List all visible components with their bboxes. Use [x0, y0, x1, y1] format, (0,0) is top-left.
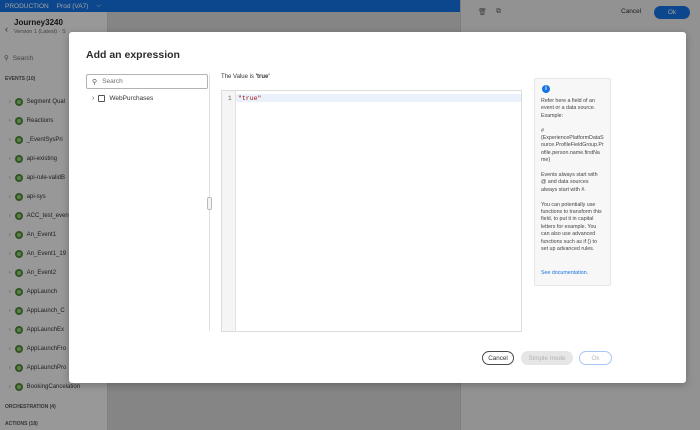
resize-handle[interactable]	[207, 197, 212, 210]
search-icon: ⚲	[92, 78, 98, 86]
active-line-highlight	[236, 94, 521, 102]
help-text: Refer here a field of an event or a data…	[541, 98, 596, 119]
help-example: #{ExperiencePlatformDataSource.ProfileFi…	[541, 127, 604, 164]
value-label-value: 'true'	[255, 74, 270, 80]
help-panel: i Refer here a field of an event or a da…	[534, 78, 611, 286]
info-icon: i	[542, 85, 550, 93]
simple-mode-button[interactable]: Simple mode	[521, 351, 573, 365]
value-label: The Value is 'true'	[221, 74, 270, 80]
editor-gutter	[222, 91, 236, 331]
add-expression-dialog: Add an expression ⚲ › WebPurchases The V…	[69, 32, 686, 383]
dialog-title: Add an expression	[86, 49, 180, 61]
expression-editor[interactable]: 1 "true"	[221, 90, 522, 332]
ok-button[interactable]: Ok	[579, 351, 612, 365]
expression-code[interactable]: "true"	[238, 95, 261, 102]
field-search-input[interactable]	[102, 78, 203, 85]
value-label-prefix: The Value is	[221, 74, 256, 80]
documentation-link[interactable]: See documentation.	[541, 270, 588, 276]
field-group-icon	[98, 95, 106, 102]
cancel-button[interactable]: Cancel	[482, 351, 514, 365]
chevron-right-icon[interactable]: ›	[92, 95, 94, 102]
tree-item-webpurchases[interactable]: › WebPurchases	[92, 95, 153, 102]
help-text: You can potentially use functions to tra…	[541, 201, 602, 253]
help-text: Events always start with @ and data sour…	[541, 172, 598, 193]
line-number: 1	[228, 95, 232, 102]
tree-item-label: WebPurchases	[109, 95, 154, 102]
field-search-box[interactable]: ⚲	[86, 74, 208, 89]
